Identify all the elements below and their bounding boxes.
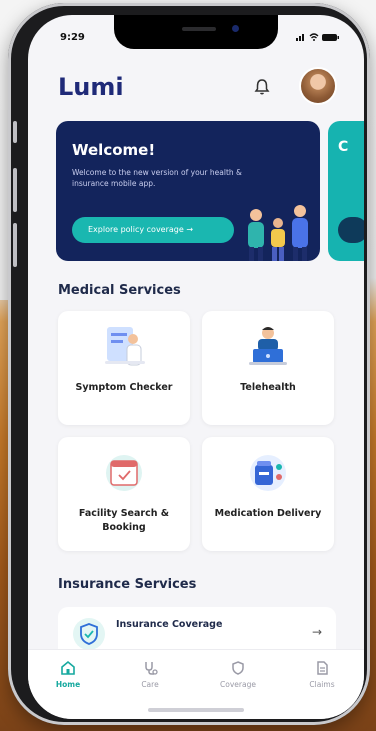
banner-text: Welcome to the new version of your healt… bbox=[72, 168, 242, 188]
home-indicator bbox=[148, 708, 244, 712]
telehealth-card[interactable]: Telehealth bbox=[202, 311, 334, 425]
calendar-icon bbox=[106, 455, 142, 491]
shield-icon bbox=[73, 618, 105, 650]
status-bar: 9:29 bbox=[28, 29, 364, 47]
medicine-box-icon bbox=[250, 455, 286, 491]
avatar[interactable] bbox=[299, 67, 337, 105]
insurance-services-heading: Insurance Services bbox=[58, 577, 197, 592]
family-illustration-icon bbox=[248, 205, 308, 261]
bottom-tab-bar: Home Care Coverage Claims bbox=[28, 649, 364, 719]
medication-delivery-card[interactable]: Medication Delivery bbox=[202, 437, 334, 551]
tab-home[interactable]: Home bbox=[38, 660, 98, 689]
home-icon bbox=[61, 660, 75, 675]
next-banner-button[interactable] bbox=[338, 217, 364, 243]
explore-coverage-button[interactable]: Explore policy coverage → bbox=[72, 217, 234, 243]
card-label: Medication Delivery bbox=[214, 508, 322, 519]
document-icon bbox=[317, 661, 328, 675]
welcome-banner[interactable]: Welcome! Welcome to the new version of y… bbox=[56, 121, 320, 261]
card-label: Telehealth bbox=[240, 382, 296, 393]
clipboard-doctor-icon bbox=[105, 327, 145, 366]
arrow-right-icon[interactable]: → bbox=[312, 625, 322, 639]
mute-switch bbox=[13, 121, 17, 143]
symptom-checker-card[interactable]: Symptom Checker bbox=[58, 311, 190, 425]
app-screen: 9:29 Lumi Welcome! Welcome to the new ve… bbox=[28, 15, 364, 719]
medical-services-heading: Medical Services bbox=[58, 283, 181, 298]
laptop-doctor-icon bbox=[249, 327, 287, 365]
status-icons bbox=[296, 32, 340, 45]
next-banner-title: C bbox=[338, 139, 349, 155]
card-label: Symptom Checker bbox=[75, 382, 173, 393]
tab-label: Home bbox=[55, 680, 81, 689]
tab-label: Claims bbox=[309, 680, 335, 689]
phone-frame: 9:29 Lumi Welcome! Welcome to the new ve… bbox=[8, 3, 370, 725]
app-logo: Lumi bbox=[58, 73, 124, 101]
status-time: 9:29 bbox=[60, 32, 85, 43]
tab-coverage[interactable]: Coverage bbox=[208, 660, 268, 689]
tab-claims[interactable]: Claims bbox=[292, 660, 352, 689]
tab-care[interactable]: Care bbox=[120, 660, 180, 689]
tab-label: Coverage bbox=[220, 680, 256, 689]
app-header: Lumi bbox=[28, 65, 364, 109]
banner-title: Welcome! bbox=[72, 141, 156, 159]
insurance-coverage-title: Insurance Coverage bbox=[116, 619, 223, 630]
signal-wifi-battery-icon bbox=[296, 33, 339, 41]
stethoscope-icon bbox=[145, 662, 158, 675]
card-label: Facility Search & Booking bbox=[78, 508, 170, 533]
next-banner[interactable]: C bbox=[328, 121, 364, 261]
facility-search-card[interactable]: Facility Search & Booking bbox=[58, 437, 190, 551]
shield-outline-icon bbox=[232, 661, 244, 675]
tab-label: Care bbox=[141, 680, 159, 689]
volume-up-button bbox=[13, 168, 17, 212]
bell-icon[interactable] bbox=[254, 78, 270, 100]
volume-down-button bbox=[13, 223, 17, 267]
